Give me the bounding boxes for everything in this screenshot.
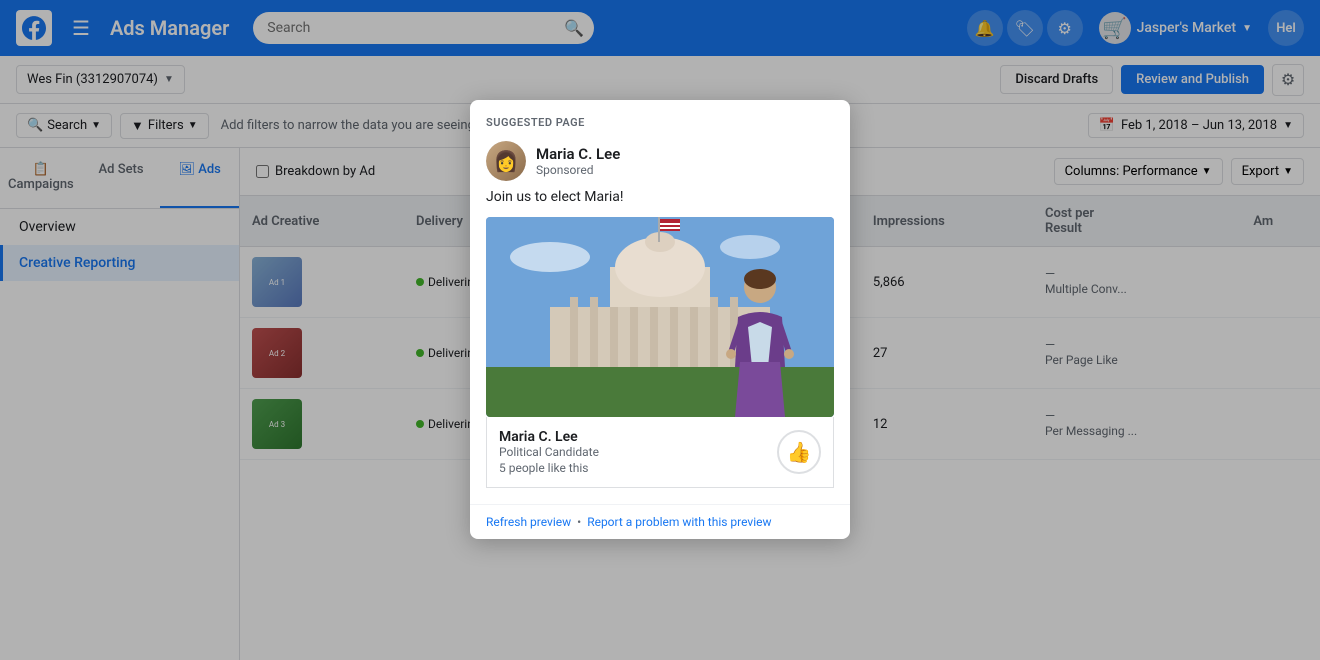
- page-tagline: Join us to elect Maria!: [486, 189, 834, 205]
- report-problem-link[interactable]: Report a problem with this preview: [587, 515, 771, 529]
- ad-preview-modal: Suggested Page 👩 Maria C. Lee Sponsored …: [470, 100, 850, 539]
- page-meta: Maria C. Lee Sponsored: [536, 145, 620, 177]
- page-info: 👩 Maria C. Lee Sponsored: [486, 141, 834, 181]
- ad-footer: Maria C. Lee Political Candidate 5 peopl…: [486, 417, 834, 488]
- refresh-preview-link[interactable]: Refresh preview: [486, 515, 571, 529]
- ad-footer-info: Maria C. Lee Political Candidate 5 peopl…: [499, 429, 599, 475]
- modal-links: Refresh preview • Report a problem with …: [470, 504, 850, 539]
- like-button[interactable]: 👍: [777, 430, 821, 474]
- page-sponsored: Sponsored: [536, 163, 620, 177]
- ad-footer-name: Maria C. Lee: [499, 429, 599, 445]
- modal-body: Suggested Page 👩 Maria C. Lee Sponsored …: [470, 100, 850, 504]
- page-name: Maria C. Lee: [536, 145, 620, 163]
- page-avatar: 👩: [486, 141, 526, 181]
- ad-preview-image: [486, 217, 834, 417]
- modal-overlay[interactable]: Suggested Page 👩 Maria C. Lee Sponsored …: [0, 0, 1320, 660]
- ad-footer-subtitle: Political Candidate: [499, 445, 599, 459]
- suggested-page-label: Suggested Page: [486, 116, 834, 129]
- ad-footer-people: 5 people like this: [499, 461, 599, 475]
